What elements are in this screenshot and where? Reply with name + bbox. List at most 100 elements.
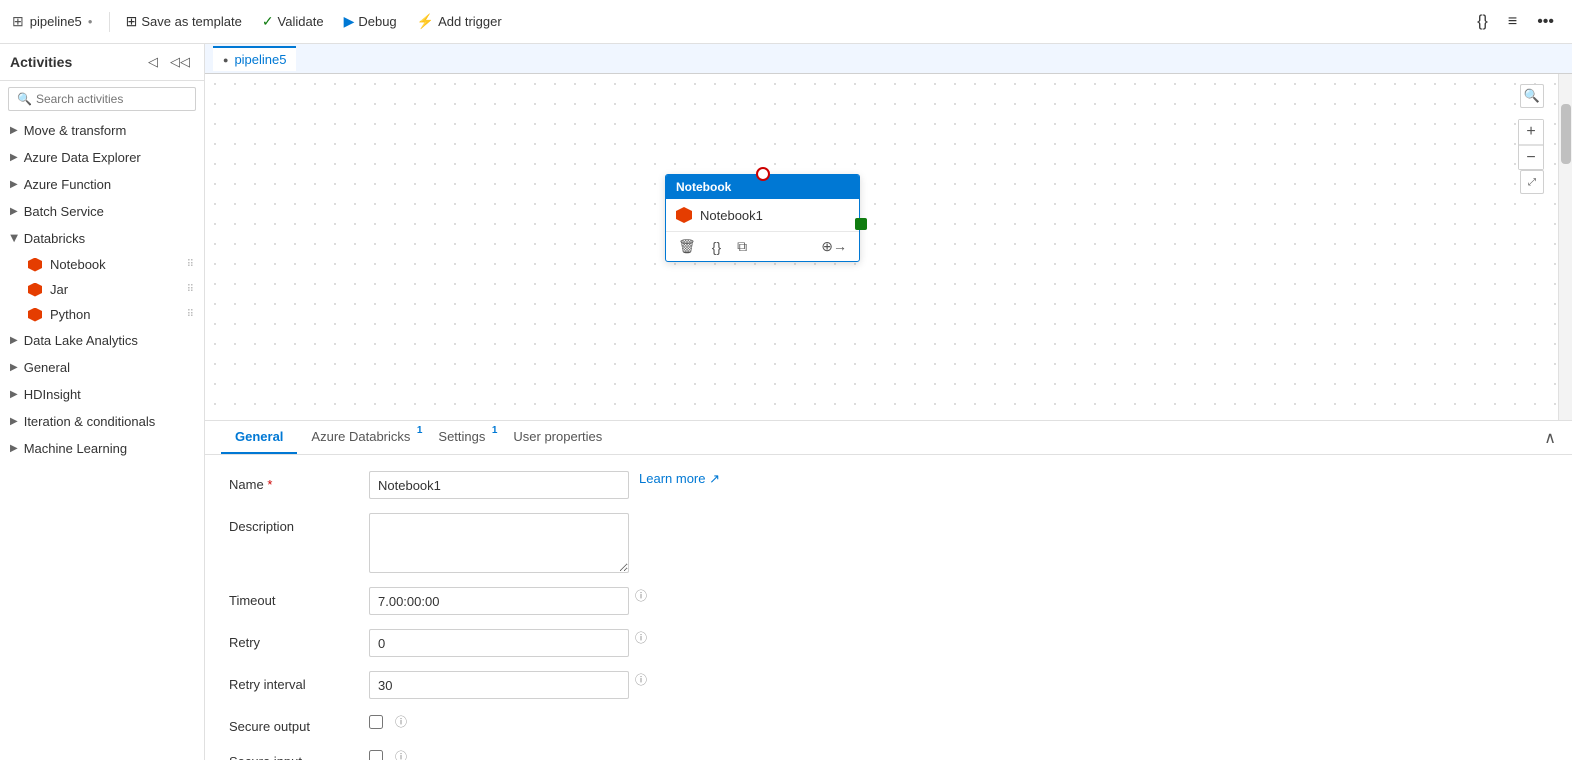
chevron-right-icon: ▶ xyxy=(10,206,18,217)
scrollbar-thumb xyxy=(1561,104,1571,164)
tab-general[interactable]: General xyxy=(221,421,297,454)
sidebar: Activities ◁ ◁◁ 🔍 ▶ Move & transform ▶ A… xyxy=(0,44,205,760)
debug-icon: ▶ xyxy=(344,13,355,30)
main-layout: Activities ◁ ◁◁ 🔍 ▶ Move & transform ▶ A… xyxy=(0,44,1572,760)
chevron-right-icon: ▶ xyxy=(10,416,18,427)
save-template-button[interactable]: ⊞ Save as template xyxy=(118,9,250,34)
validate-button[interactable]: ✓ Validate xyxy=(254,9,332,34)
node-right-connector[interactable] xyxy=(855,218,867,230)
filter-icon-button[interactable]: ≡ xyxy=(1502,9,1523,35)
collapse-panel-button[interactable]: ∧ xyxy=(1544,428,1556,448)
node-delete-button[interactable]: 🗑 xyxy=(676,236,698,257)
sidebar-category-label: Iteration & conditionals xyxy=(24,414,156,429)
node-footer-actions: 🗑 {} ⧉ xyxy=(676,236,749,257)
sidebar-category-label: HDInsight xyxy=(24,387,81,402)
jar-label: Jar xyxy=(50,282,68,297)
search-box: 🔍 xyxy=(8,87,196,111)
sidebar-item-general[interactable]: ▶ General xyxy=(0,354,204,381)
form-row-secure-input: Secure input ⓘ xyxy=(229,748,1548,760)
retry-input[interactable] xyxy=(369,629,629,657)
secure-output-info-icon[interactable]: ⓘ xyxy=(395,713,407,730)
retry-info-icon[interactable]: ⓘ xyxy=(635,629,647,646)
debug-button[interactable]: ▶ Debug xyxy=(336,9,405,34)
canvas-search-button[interactable]: 🔍 xyxy=(1520,84,1544,108)
vertical-scrollbar[interactable] xyxy=(1558,74,1572,420)
sidebar-item-data-lake-analytics[interactable]: ▶ Data Lake Analytics xyxy=(0,327,204,354)
validate-icon: ✓ xyxy=(262,13,274,30)
toolbar-left: ⊞ pipeline5 ● ⊞ Save as template ✓ Valid… xyxy=(12,9,510,34)
code-icon-button[interactable]: {} xyxy=(1471,9,1494,35)
top-toolbar: ⊞ pipeline5 ● ⊞ Save as template ✓ Valid… xyxy=(0,0,1572,44)
description-label: Description xyxy=(229,513,369,534)
notebook-node-icon xyxy=(676,207,692,223)
sidebar-item-jar[interactable]: Jar ⠿ xyxy=(0,277,204,302)
form-row-retry-interval: Retry interval ⓘ xyxy=(229,671,1548,699)
sidebar-collapse-button[interactable]: ◁ xyxy=(144,52,162,72)
right-area: ● pipeline5 Notebook Notebook1 🗑 xyxy=(205,44,1572,760)
pipeline-tab-item[interactable]: ● pipeline5 xyxy=(213,46,296,71)
python-item-left: Python xyxy=(28,307,90,322)
chevron-right-icon: ▶ xyxy=(10,179,18,190)
timeout-info-icon[interactable]: ⓘ xyxy=(635,587,647,604)
node-copy-button[interactable]: ⧉ xyxy=(735,236,749,257)
sidebar-item-batch-service[interactable]: ▶ Batch Service xyxy=(0,198,204,225)
sidebar-minimize-button[interactable]: ◁◁ xyxy=(166,52,194,72)
zoom-in-button[interactable]: + xyxy=(1519,120,1543,144)
sidebar-item-iteration-conditionals[interactable]: ▶ Iteration & conditionals xyxy=(0,408,204,435)
search-input[interactable] xyxy=(36,92,187,106)
secure-output-label: Secure output xyxy=(229,713,369,734)
form-row-description: Description xyxy=(229,513,1548,573)
sidebar-category-label: Databricks xyxy=(24,231,85,246)
learn-more-link[interactable]: Learn more ↗ xyxy=(639,471,720,487)
notebook-node-body: Notebook1 xyxy=(666,199,859,231)
secure-output-checkbox[interactable] xyxy=(369,715,383,729)
secure-input-checkbox[interactable] xyxy=(369,750,383,760)
sidebar-content: ▶ Move & transform ▶ Azure Data Explorer… xyxy=(0,117,204,760)
node-code-button[interactable]: {} xyxy=(710,236,723,257)
settings-badge: 1 xyxy=(492,425,498,436)
tab-user-properties[interactable]: User properties xyxy=(499,421,616,454)
canvas-zoom-controls: + − xyxy=(1518,119,1544,170)
notebook-label: Notebook xyxy=(50,257,106,272)
secure-input-info-icon[interactable]: ⓘ xyxy=(395,748,407,760)
required-asterisk: * xyxy=(267,477,272,492)
description-input[interactable] xyxy=(369,513,629,573)
canvas-workspace[interactable]: Notebook Notebook1 🗑 {} ⧉ ⊕→ 🔍 xyxy=(205,74,1572,420)
tab-settings-label: Settings xyxy=(438,429,485,444)
notebook-item-left: Notebook xyxy=(28,257,106,272)
sidebar-item-python[interactable]: Python ⠿ xyxy=(0,302,204,327)
fit-to-screen-button[interactable]: ⤢ xyxy=(1520,170,1544,194)
form-area: Name * Learn more ↗ Description Timeout … xyxy=(205,455,1572,760)
sidebar-item-azure-function[interactable]: ▶ Azure Function xyxy=(0,171,204,198)
form-row-timeout: Timeout ⓘ xyxy=(229,587,1548,615)
zoom-out-button[interactable]: − xyxy=(1519,145,1543,169)
jar-item-left: Jar xyxy=(28,282,68,297)
more-options-button[interactable]: ••• xyxy=(1531,9,1560,35)
sidebar-title: Activities xyxy=(10,54,72,70)
add-trigger-button[interactable]: ⚡ Add trigger xyxy=(409,9,510,34)
name-input[interactable] xyxy=(369,471,629,499)
retry-interval-info-icon[interactable]: ⓘ xyxy=(635,671,647,688)
tab-settings[interactable]: Settings 1 xyxy=(424,421,499,454)
pipeline-tab-row: ● pipeline5 xyxy=(205,44,1572,74)
form-row-retry: Retry ⓘ xyxy=(229,629,1548,657)
drag-handle-icon[interactable]: ⠿ xyxy=(187,284,194,295)
secure-input-label: Secure input xyxy=(229,748,369,760)
sidebar-item-databricks[interactable]: ▶ Databricks xyxy=(0,225,204,252)
sidebar-item-machine-learning[interactable]: ▶ Machine Learning xyxy=(0,435,204,462)
sidebar-item-azure-data-explorer[interactable]: ▶ Azure Data Explorer xyxy=(0,144,204,171)
drag-handle-icon[interactable]: ⠿ xyxy=(187,259,194,270)
timeout-input[interactable] xyxy=(369,587,629,615)
tab-azure-databricks[interactable]: Azure Databricks 1 xyxy=(297,421,424,454)
toolbar-right: {} ≡ ••• xyxy=(1471,9,1560,35)
tab-bar: General Azure Databricks 1 Settings 1 Us… xyxy=(221,421,616,454)
drag-handle-icon[interactable]: ⠿ xyxy=(187,309,194,320)
timeout-label: Timeout xyxy=(229,587,369,608)
sidebar-item-hdinsight[interactable]: ▶ HDInsight xyxy=(0,381,204,408)
retry-interval-input[interactable] xyxy=(369,671,629,699)
node-top-connector[interactable] xyxy=(756,167,770,181)
node-connect-button[interactable]: ⊕→ xyxy=(819,236,849,257)
sidebar-item-move-transform[interactable]: ▶ Move & transform xyxy=(0,117,204,144)
tab-user-properties-label: User properties xyxy=(513,429,602,444)
sidebar-item-notebook[interactable]: Notebook ⠿ xyxy=(0,252,204,277)
